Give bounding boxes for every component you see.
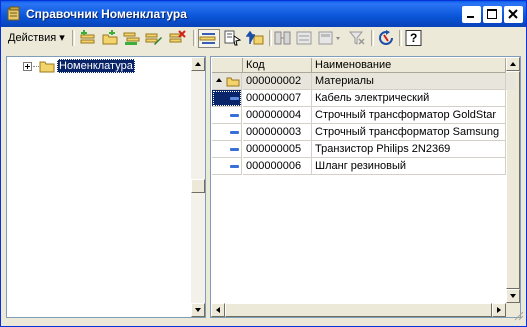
copy-item-icon[interactable] (123, 30, 141, 46)
close-button[interactable] (504, 6, 523, 23)
table-row-selected[interactable]: 000000007 Кабель электрический (212, 90, 515, 107)
scroll-up-button[interactable] (191, 57, 205, 71)
header-marker-column (212, 58, 243, 73)
table-row[interactable]: 000000002 Материалы (212, 73, 515, 90)
cell-name: Строчный трансформатор Samsung (312, 124, 506, 141)
header-code[interactable]: Код (243, 58, 312, 73)
row-marker (212, 141, 242, 158)
tree-pane[interactable]: Номенклатура (6, 56, 206, 318)
cell-name: Шланг резиновый (312, 158, 506, 175)
minimize-button[interactable] (462, 6, 481, 23)
scroll-down-button[interactable] (191, 303, 205, 317)
toolbar-separator (371, 30, 374, 46)
table-row[interactable]: 000000005 Транзистор Philips 2N2369 (212, 141, 515, 158)
level-up-icon[interactable] (246, 30, 264, 46)
mark-delete-icon[interactable] (169, 30, 187, 46)
toolbar-separator (399, 30, 402, 46)
row-marker (212, 73, 242, 90)
row-marker (212, 90, 242, 107)
catalog-book-icon (6, 6, 22, 22)
actions-menu[interactable]: Действия ▾ (5, 29, 68, 47)
cell-code: 000000003 (243, 124, 312, 141)
window-title: Справочник Номенклатура (26, 7, 187, 21)
help-icon[interactable]: ? (405, 30, 423, 46)
list-horizontal-scrollbar[interactable] (211, 303, 506, 317)
cell-code: 000000007 (243, 90, 312, 107)
cell-code: 000000005 (243, 141, 312, 158)
scroll-right-button[interactable] (492, 303, 506, 317)
help-label: ? (410, 31, 418, 45)
edit-item-icon[interactable] (145, 30, 163, 46)
row-marker (212, 107, 242, 124)
cell-name: Транзистор Philips 2N2369 (312, 141, 506, 158)
move-to-group-icon[interactable] (274, 30, 292, 46)
cell-code: 000000002 (243, 73, 312, 90)
items-table: Код Наименование 000000002 Материалы 000… (212, 58, 515, 175)
hierarchy-view-icon[interactable] (198, 29, 220, 48)
toolbar-separator (193, 30, 196, 46)
folder-icon (39, 60, 55, 76)
add-item-icon[interactable] (79, 30, 97, 46)
tree-scrollbar[interactable] (191, 57, 205, 317)
filter-dropdown-icon[interactable] (318, 30, 344, 46)
resize-grip-icon[interactable] (514, 311, 524, 324)
table-row[interactable]: 000000004 Строчный трансформатор GoldSta… (212, 107, 515, 124)
cell-name: Материалы (312, 73, 506, 90)
catalog-window: Справочник Номенклатура Действия ▾ ? Ном… (0, 0, 527, 327)
table-row[interactable]: 000000006 Шланг резиновый (212, 158, 515, 175)
select-hierarchy-icon[interactable] (224, 30, 242, 46)
toolbar-separator (269, 30, 272, 46)
clear-filter-icon[interactable] (348, 30, 366, 46)
actions-menu-label: Действия (8, 32, 57, 44)
header-name[interactable]: Наименование (312, 58, 506, 73)
row-marker (212, 124, 242, 141)
toolbar-separator (72, 30, 75, 46)
maximize-button[interactable] (483, 6, 502, 23)
row-marker (212, 158, 242, 175)
cell-code: 000000004 (243, 107, 312, 124)
scroll-thumb[interactable] (191, 179, 205, 193)
refresh-icon[interactable] (377, 30, 395, 46)
chevron-down-icon: ▾ (59, 32, 65, 44)
cell-name: Строчный трансформатор GoldStar (312, 107, 506, 124)
title-bar[interactable]: Справочник Номенклатура (1, 1, 526, 27)
scroll-left-button[interactable] (211, 303, 225, 317)
scroll-thumb[interactable] (225, 303, 492, 317)
list-settings-icon[interactable] (296, 30, 314, 46)
add-group-icon[interactable] (101, 30, 119, 46)
expand-icon[interactable] (23, 62, 32, 71)
toolbar: Действия ▾ ? (3, 27, 524, 49)
cell-code: 000000006 (243, 158, 312, 175)
tree-root-node[interactable]: Номенклатура (57, 59, 135, 73)
cell-name: Кабель электрический (312, 90, 506, 107)
scroll-down-button[interactable] (506, 289, 520, 303)
table-row[interactable]: 000000003 Строчный трансформатор Samsung (212, 124, 515, 141)
